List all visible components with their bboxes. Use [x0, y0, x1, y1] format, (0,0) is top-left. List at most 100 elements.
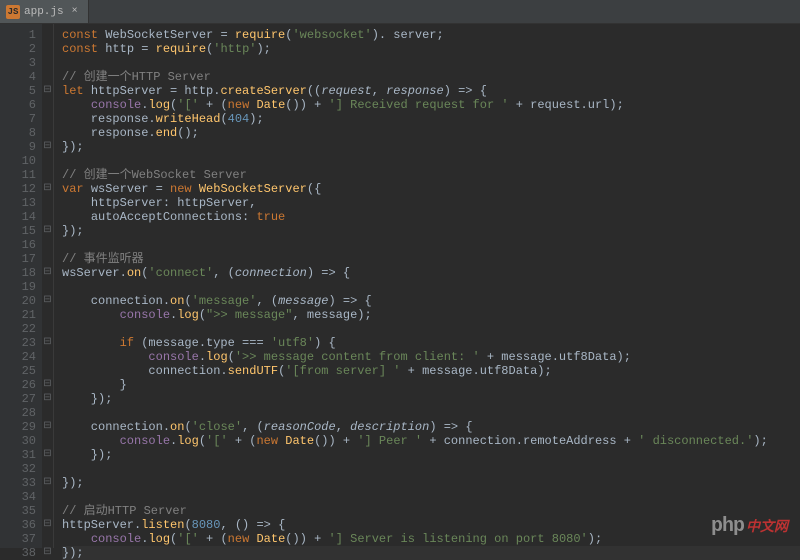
- line-number: 23: [0, 336, 36, 350]
- fold-marker: [42, 462, 53, 476]
- fold-marker: [42, 532, 53, 546]
- fold-column: ⊟⊟⊟⊟⊟⊟⊟⊟⊟⊟⊟⊟⊟⊟: [42, 24, 54, 548]
- fold-marker[interactable]: ⊟: [42, 224, 53, 238]
- code-line[interactable]: const http = require('http');: [62, 42, 800, 56]
- editor: 1234567891011121314151617181920212223242…: [0, 24, 800, 548]
- line-number: 34: [0, 490, 36, 504]
- code-line[interactable]: [62, 238, 800, 252]
- fold-marker: [42, 70, 53, 84]
- fold-marker: [42, 308, 53, 322]
- line-number: 24: [0, 350, 36, 364]
- line-number: 1: [0, 28, 36, 42]
- code-line[interactable]: let httpServer = http.createServer((requ…: [62, 84, 800, 98]
- fold-marker: [42, 154, 53, 168]
- code-line[interactable]: [62, 280, 800, 294]
- code-line[interactable]: // 创建一个HTTP Server: [62, 70, 800, 84]
- line-number: 14: [0, 210, 36, 224]
- line-number: 20: [0, 294, 36, 308]
- code-line[interactable]: var wsServer = new WebSocketServer({: [62, 182, 800, 196]
- line-number: 10: [0, 154, 36, 168]
- tab-app-js[interactable]: JS app.js ×: [0, 0, 89, 23]
- code-line[interactable]: // 启动HTTP Server: [62, 504, 800, 518]
- tab-filename: app.js: [24, 6, 64, 18]
- code-line[interactable]: [62, 490, 800, 504]
- code-line[interactable]: [62, 406, 800, 420]
- line-number: 11: [0, 168, 36, 182]
- fold-marker: [42, 56, 53, 70]
- code-line[interactable]: wsServer.on('connect', (connection) => {: [62, 266, 800, 280]
- line-number: 4: [0, 70, 36, 84]
- fold-marker[interactable]: ⊟: [42, 476, 53, 490]
- fold-marker: [42, 28, 53, 42]
- watermark-right: 中文网: [746, 516, 788, 536]
- fold-marker[interactable]: ⊟: [42, 84, 53, 98]
- fold-marker[interactable]: ⊟: [42, 420, 53, 434]
- code-line[interactable]: [62, 322, 800, 336]
- code-line[interactable]: connection.on('message', (message) => {: [62, 294, 800, 308]
- line-number: 38: [0, 546, 36, 560]
- fold-marker: [42, 322, 53, 336]
- code-line[interactable]: });: [62, 224, 800, 238]
- fold-marker: [42, 504, 53, 518]
- fold-marker[interactable]: ⊟: [42, 518, 53, 532]
- watermark-left: php: [711, 515, 744, 538]
- line-number: 37: [0, 532, 36, 546]
- line-number: 12: [0, 182, 36, 196]
- code-line[interactable]: }: [62, 378, 800, 392]
- code-line[interactable]: httpServer: httpServer,: [62, 196, 800, 210]
- code-area[interactable]: const WebSocketServer = require('websock…: [54, 24, 800, 548]
- close-icon[interactable]: ×: [72, 6, 78, 17]
- code-line[interactable]: const WebSocketServer = require('websock…: [62, 28, 800, 42]
- watermark-logo: php 中文网: [711, 515, 788, 538]
- line-number: 36: [0, 518, 36, 532]
- line-number: 22: [0, 322, 36, 336]
- line-number: 18: [0, 266, 36, 280]
- fold-marker[interactable]: ⊟: [42, 294, 53, 308]
- code-line[interactable]: connection.sendUTF('[from server] ' + me…: [62, 364, 800, 378]
- line-number: 35: [0, 504, 36, 518]
- code-line[interactable]: console.log('[' + (new Date()) + '] Serv…: [62, 532, 800, 546]
- code-line[interactable]: [62, 154, 800, 168]
- code-line[interactable]: });: [62, 476, 800, 490]
- code-line[interactable]: });: [62, 448, 800, 462]
- code-line[interactable]: console.log('>> message content from cli…: [62, 350, 800, 364]
- fold-marker: [42, 434, 53, 448]
- code-line[interactable]: autoAcceptConnections: true: [62, 210, 800, 224]
- js-file-icon: JS: [6, 5, 20, 19]
- code-line[interactable]: response.writeHead(404);: [62, 112, 800, 126]
- fold-marker[interactable]: ⊟: [42, 546, 53, 560]
- line-number: 6: [0, 98, 36, 112]
- code-line[interactable]: httpServer.listen(8080, () => {: [62, 518, 800, 532]
- fold-marker[interactable]: ⊟: [42, 336, 53, 350]
- code-line[interactable]: [62, 56, 800, 70]
- line-number: 19: [0, 280, 36, 294]
- code-line[interactable]: // 创建一个WebSocket Server: [62, 168, 800, 182]
- fold-marker: [42, 350, 53, 364]
- line-number: 9: [0, 140, 36, 154]
- line-number: 29: [0, 420, 36, 434]
- line-number: 8: [0, 126, 36, 140]
- fold-marker[interactable]: ⊟: [42, 392, 53, 406]
- fold-marker: [42, 280, 53, 294]
- code-line[interactable]: connection.on('close', (reasonCode, desc…: [62, 420, 800, 434]
- code-line[interactable]: });: [62, 546, 800, 560]
- code-line[interactable]: console.log('[' + (new Date()) + '] Peer…: [62, 434, 800, 448]
- fold-marker: [42, 42, 53, 56]
- code-line[interactable]: if (message.type === 'utf8') {: [62, 336, 800, 350]
- code-line[interactable]: console.log('[' + (new Date()) + '] Rece…: [62, 98, 800, 112]
- code-line[interactable]: console.log(">> message", message);: [62, 308, 800, 322]
- line-number: 28: [0, 406, 36, 420]
- code-line[interactable]: [62, 462, 800, 476]
- fold-marker[interactable]: ⊟: [42, 448, 53, 462]
- fold-marker[interactable]: ⊟: [42, 378, 53, 392]
- code-line[interactable]: });: [62, 392, 800, 406]
- fold-marker[interactable]: ⊟: [42, 182, 53, 196]
- fold-marker[interactable]: ⊟: [42, 266, 53, 280]
- line-number: 27: [0, 392, 36, 406]
- code-line[interactable]: response.end();: [62, 126, 800, 140]
- fold-marker[interactable]: ⊟: [42, 140, 53, 154]
- code-line[interactable]: // 事件监听器: [62, 252, 800, 266]
- fold-marker: [42, 168, 53, 182]
- fold-marker: [42, 196, 53, 210]
- code-line[interactable]: });: [62, 140, 800, 154]
